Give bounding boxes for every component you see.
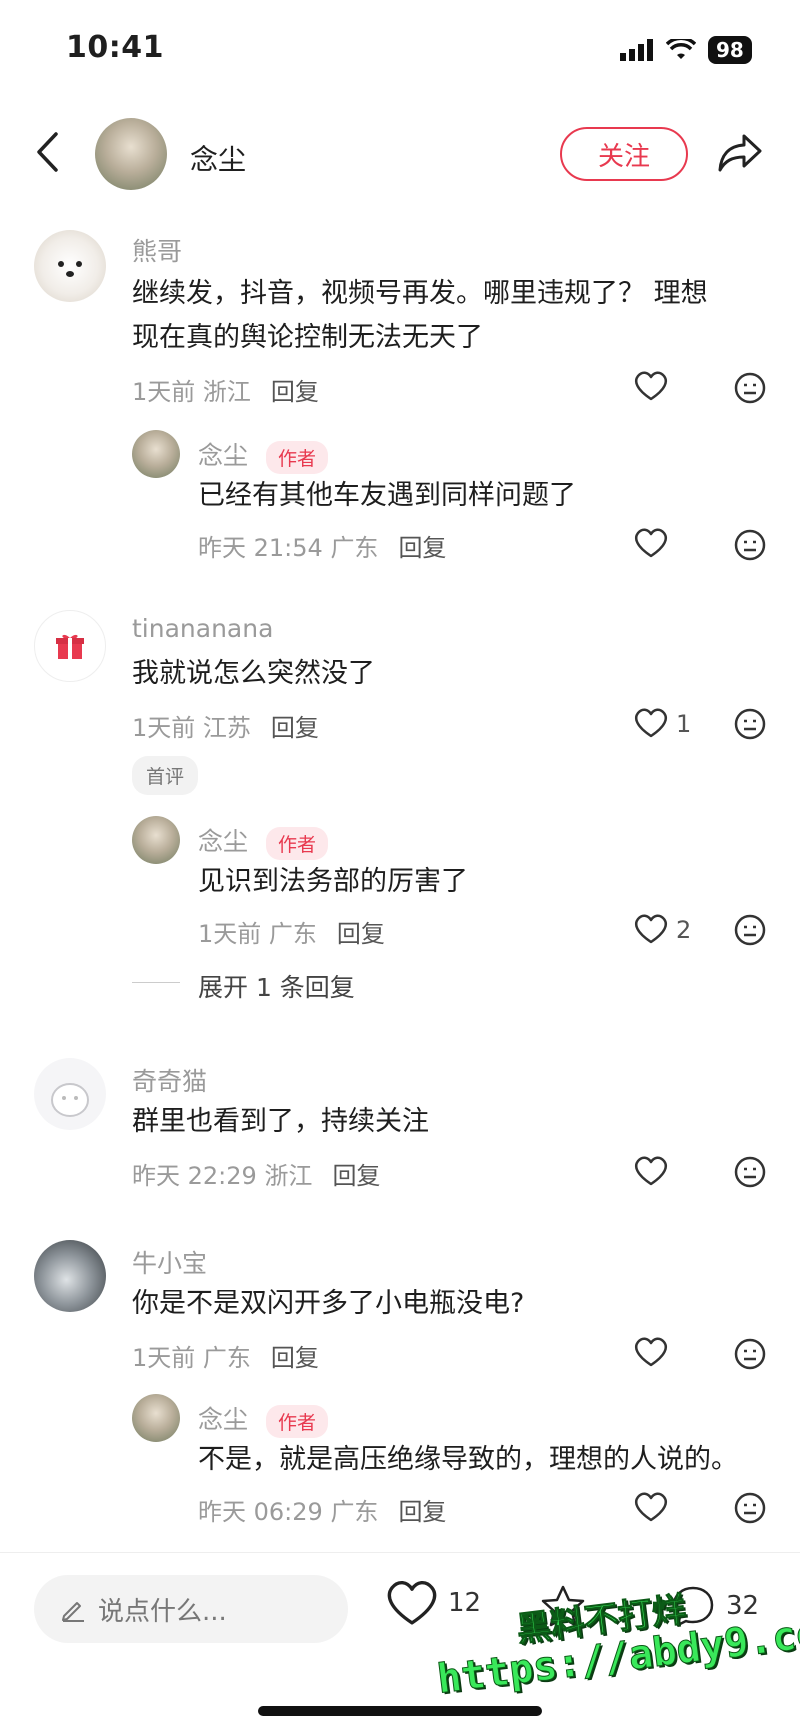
reply-time: 昨天 06:29 (198, 1498, 323, 1526)
dislike-face-icon[interactable] (734, 1338, 766, 1370)
heart-icon[interactable] (634, 1156, 668, 1186)
signal-icon (620, 39, 653, 61)
reply-text: 不是，就是高压绝缘导致的，理想的人说的。 (198, 1444, 738, 1475)
reply-location: 广东 (330, 534, 379, 562)
reply-username[interactable]: 念尘 (198, 1405, 248, 1434)
avatar[interactable] (132, 1394, 180, 1442)
author-badge: 作者 (266, 1404, 329, 1438)
reply-button[interactable]: 回复 (337, 920, 385, 948)
bottom-divider (0, 1552, 800, 1553)
reply-time: 1天前 (198, 920, 262, 948)
reply-button[interactable]: 回复 (271, 714, 319, 742)
home-indicator (258, 1706, 542, 1716)
dislike-face-icon[interactable] (734, 708, 766, 740)
comment-username[interactable]: 牛小宝 (132, 1244, 207, 1280)
comment-input-placeholder: 说点什么... (98, 1596, 227, 1627)
comment-text: 你是不是双闪开多了小电瓶没电? (132, 1288, 525, 1319)
comment-time: 昨天 22:29 (132, 1162, 257, 1190)
status-time: 10:41 (66, 30, 164, 65)
reply-text: 见识到法务部的厉害了 (198, 866, 468, 897)
reply-button[interactable]: 回复 (332, 1162, 380, 1190)
dislike-face-icon[interactable] (734, 1492, 766, 1524)
reply-meta: 1天前 广东 回复 (198, 914, 385, 949)
reply-username-row: 念尘 作者 (198, 822, 329, 860)
reply-username[interactable]: 念尘 (198, 827, 248, 856)
comment-total: 32 (726, 1591, 760, 1621)
battery-indicator: 98 (708, 36, 752, 64)
heart-icon[interactable] (634, 708, 668, 738)
comment-text: 我就说怎么突然没了 (132, 658, 375, 689)
dislike-face-icon[interactable] (734, 914, 766, 946)
first-comment-tag: 首评 (132, 756, 199, 795)
reply-text: 已经有其他车友遇到同样问题了 (198, 480, 576, 511)
reply-username-row: 念尘 作者 (198, 436, 329, 474)
comment-username[interactable]: tinananana (132, 614, 273, 643)
author-name[interactable]: 念尘 (190, 138, 246, 178)
comment-meta: 1天前 广东 回复 (132, 1338, 319, 1373)
heart-icon[interactable] (634, 371, 668, 401)
gift-icon (56, 634, 84, 659)
comment-time: 1天前 (132, 378, 196, 406)
comment-location: 浙江 (264, 1162, 313, 1190)
heart-icon[interactable] (634, 528, 668, 558)
comment-location: 江苏 (202, 714, 251, 742)
comment-meta: 昨天 22:29 浙江 回复 (132, 1156, 380, 1191)
dislike-face-icon[interactable] (734, 1156, 766, 1188)
like-count: 2 (676, 916, 692, 944)
expand-replies-button[interactable]: 展开 1 条回复 (198, 968, 355, 1004)
reply-username-row: 念尘 作者 (198, 1400, 329, 1438)
comment-meta: 1天前 江苏 回复 (132, 708, 319, 743)
dislike-face-icon[interactable] (734, 372, 766, 404)
avatar[interactable] (132, 816, 180, 864)
reply-location: 广东 (330, 1498, 379, 1526)
avatar[interactable] (132, 430, 180, 478)
reply-username[interactable]: 念尘 (198, 441, 248, 470)
avatar[interactable] (34, 1058, 106, 1130)
like-count: 1 (676, 710, 692, 738)
heart-icon (387, 1581, 437, 1625)
reply-meta: 昨天 06:29 广东 回复 (198, 1492, 446, 1527)
comment-text-line2: 现在真的舆论控制无法无天了 (132, 322, 483, 353)
dog-avatar-icon (58, 261, 82, 277)
reply-meta: 昨天 21:54 广东 回复 (198, 528, 446, 563)
expand-divider (132, 982, 180, 983)
comment-location: 浙江 (202, 378, 251, 406)
comment-location: 广东 (202, 1344, 251, 1372)
back-icon[interactable] (34, 130, 60, 174)
avatar[interactable] (34, 230, 106, 302)
reply-button[interactable]: 回复 (398, 1498, 446, 1526)
heart-icon[interactable] (634, 1337, 668, 1367)
reply-button[interactable]: 回复 (398, 534, 446, 562)
like-button[interactable]: 12 (386, 1580, 481, 1626)
avatar[interactable] (34, 610, 106, 682)
comment-meta: 1天前 浙江 回复 (132, 372, 319, 407)
reply-location: 广东 (268, 920, 317, 948)
comment-username[interactable]: 奇奇猫 (132, 1062, 207, 1098)
author-avatar[interactable] (95, 118, 167, 190)
author-badge: 作者 (266, 826, 329, 860)
cat-avatar-icon (51, 1083, 89, 1117)
reply-button[interactable]: 回复 (271, 1344, 319, 1372)
comment-time: 1天前 (132, 1344, 196, 1372)
dislike-face-icon[interactable] (734, 529, 766, 561)
comment-text: 群里也看到了，持续关注 (132, 1106, 429, 1137)
pen-icon (62, 1602, 84, 1622)
comment-text-line1: 继续发，抖音，视频号再发。哪里违规了？ 理想 (132, 278, 708, 309)
comment-input[interactable]: 说点什么... (34, 1575, 348, 1643)
reply-button[interactable]: 回复 (271, 378, 319, 406)
author-badge: 作者 (266, 440, 329, 474)
heart-icon[interactable] (634, 914, 668, 944)
comment-time: 1天前 (132, 714, 196, 742)
status-icons: 98 (620, 36, 752, 64)
follow-button[interactable]: 关注 (560, 127, 688, 181)
like-total: 12 (448, 1588, 482, 1618)
reply-time: 昨天 21:54 (198, 534, 323, 562)
heart-icon[interactable] (634, 1492, 668, 1522)
avatar[interactable] (34, 1240, 106, 1312)
comment-username[interactable]: 熊哥 (132, 232, 182, 268)
wifi-icon (666, 39, 696, 59)
share-icon[interactable] (716, 132, 764, 174)
